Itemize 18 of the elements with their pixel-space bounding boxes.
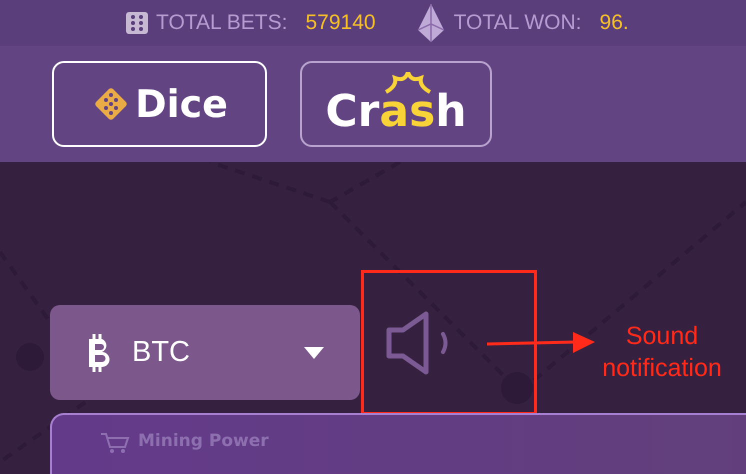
node-dot (501, 372, 533, 404)
crown-icon (383, 72, 434, 94)
logo-letters: as (379, 86, 436, 136)
currency-select[interactable]: BTC (50, 305, 360, 400)
annotation-text: Sound notification (601, 321, 723, 384)
logo-letters: h (435, 86, 467, 136)
stat-label: TOTAL BETS: (156, 11, 288, 35)
stat-value: 96. (600, 11, 629, 35)
stat-label: TOTAL WON: (454, 11, 582, 35)
crystal-icon (416, 4, 446, 42)
caret-icon (304, 346, 324, 358)
logo-letters: Dice (135, 82, 228, 126)
dice-icon (126, 12, 148, 34)
crash-tab[interactable]: Crash (300, 61, 492, 147)
logo-letters: Cr (325, 86, 380, 136)
cart-icon (100, 431, 130, 453)
dice-tab[interactable]: Dice (52, 61, 267, 147)
stat-value: 579140 (305, 11, 376, 35)
